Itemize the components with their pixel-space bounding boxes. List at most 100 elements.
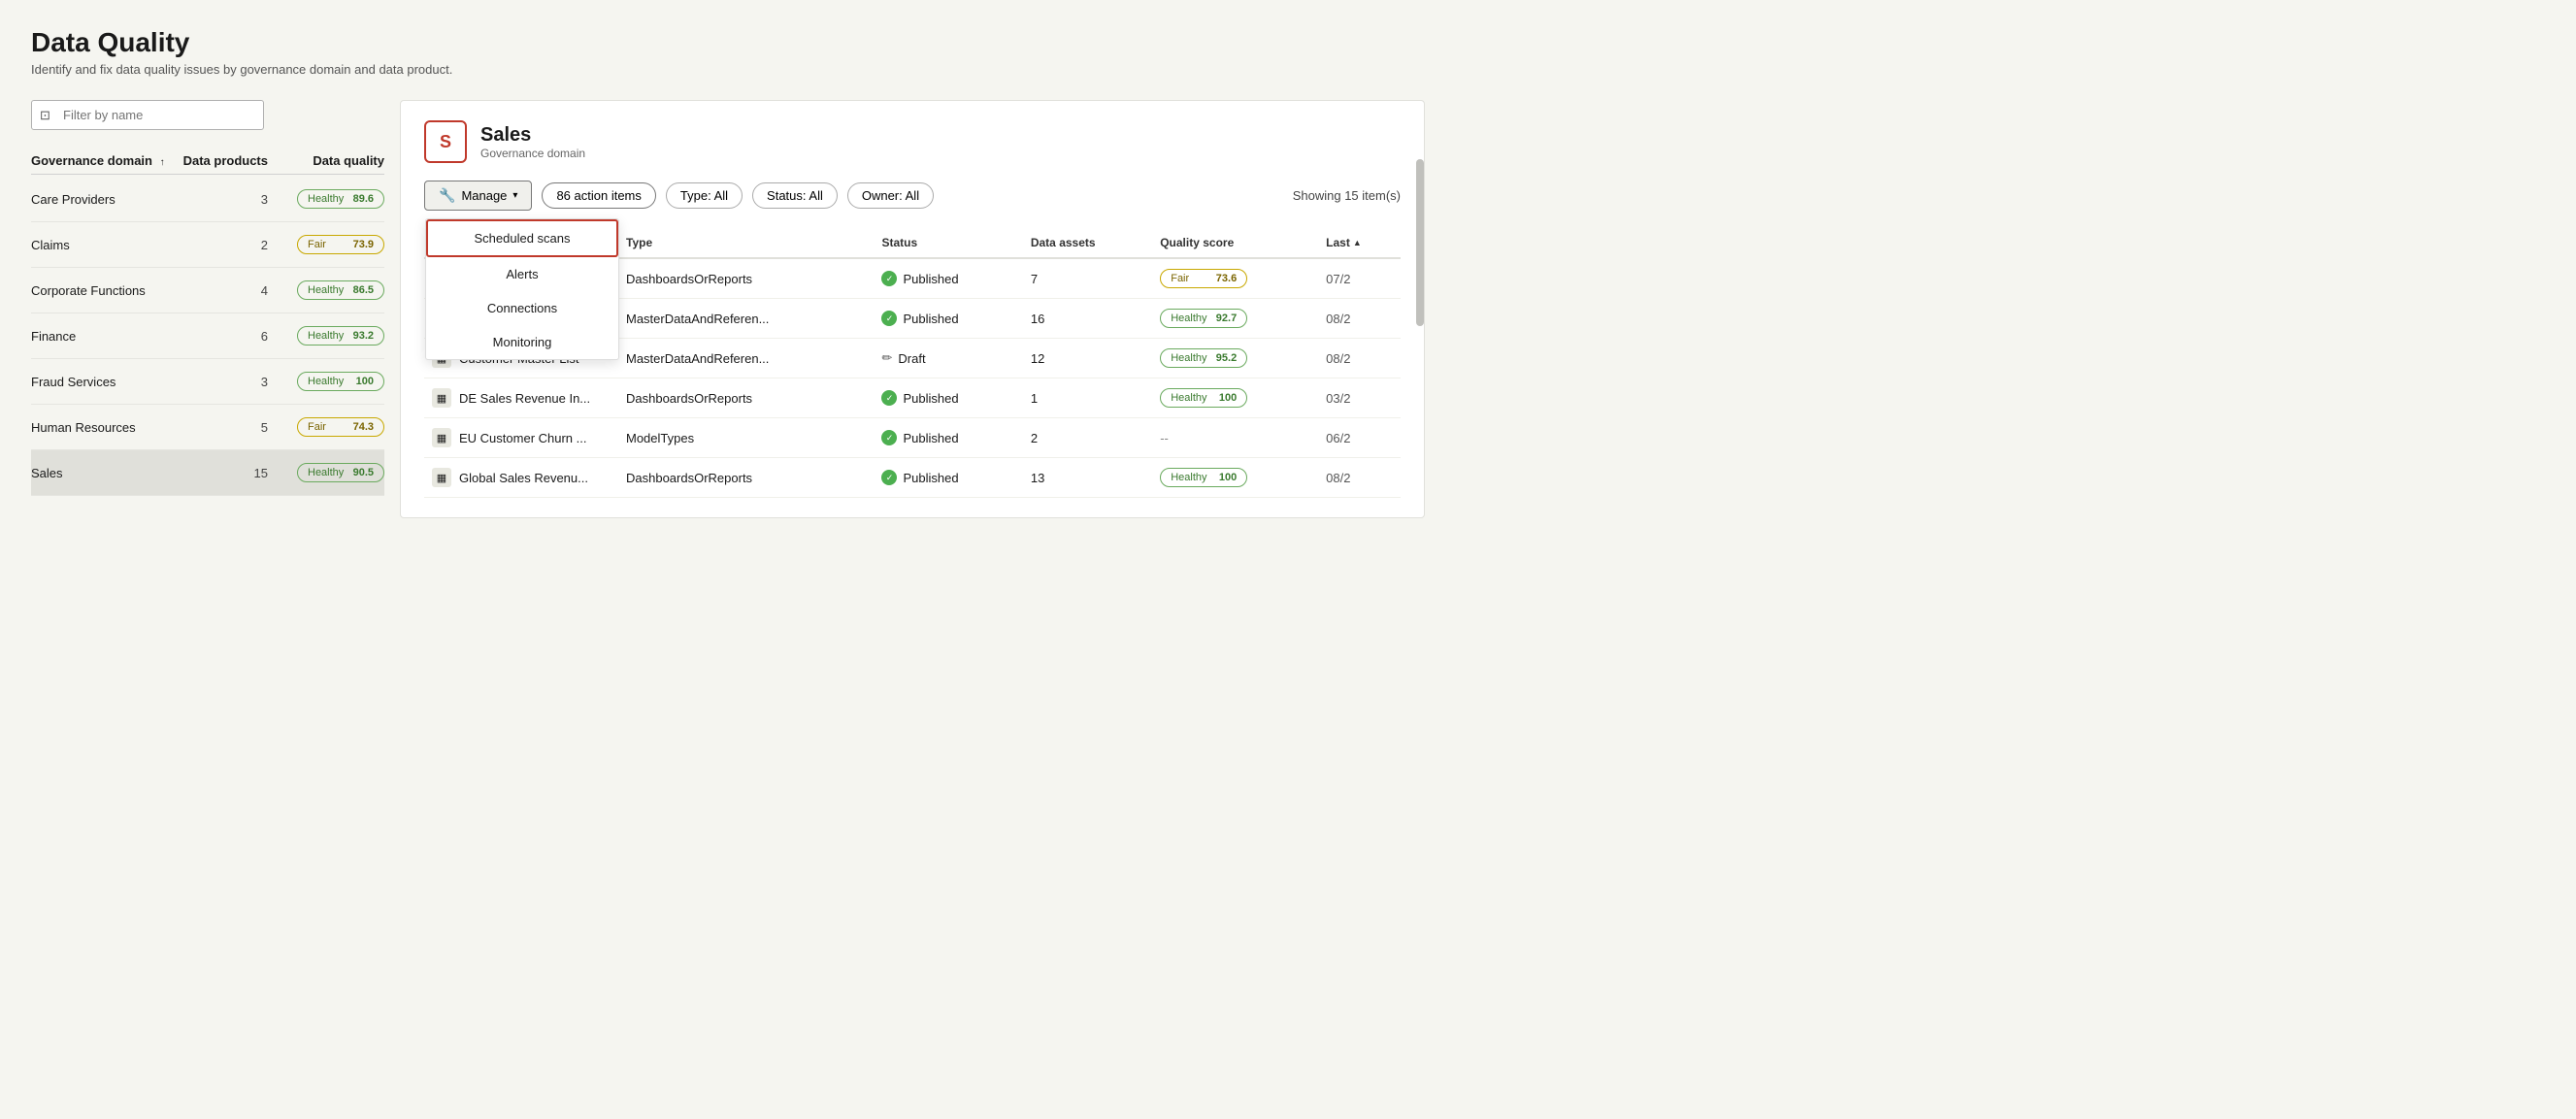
quality-score-cell: Healthy100 <box>1152 378 1318 418</box>
domain-title: Sales <box>480 124 585 147</box>
status-label: Published <box>903 272 958 286</box>
last-sort-icon: ▲ <box>1353 238 1362 247</box>
product-status: ✓ Published <box>874 299 1022 339</box>
domain-row-sales[interactable]: Sales 15 Healthy90.5 <box>31 450 384 496</box>
domain-header: S Sales Governance domain <box>424 120 1401 163</box>
right-panel: S Sales Governance domain 🔧 Manage ▾ Sch… <box>400 100 1425 518</box>
product-icon: ▦ <box>432 388 451 408</box>
sort-icon[interactable]: ↑ <box>160 157 165 168</box>
dropdown-item-scheduled-scans[interactable]: Scheduled scans <box>426 219 618 257</box>
product-type: MasterDataAndReferen... <box>618 299 874 339</box>
domain-name: Corporate Functions <box>31 283 181 298</box>
filter-type-button[interactable]: Type: All <box>666 182 743 209</box>
action-items-button[interactable]: 86 action items <box>542 182 655 209</box>
manage-label: Manage <box>461 188 507 203</box>
domain-quality: Healthy90.5 <box>268 463 384 482</box>
product-type: ModelTypes <box>618 418 874 458</box>
product-type: DashboardsOrReports <box>618 378 874 418</box>
domain-products: 2 <box>181 238 268 252</box>
col-status-header: Status <box>874 228 1022 258</box>
dropdown-item-monitoring[interactable]: Monitoring <box>426 325 618 359</box>
product-name: Global Sales Revenu... <box>459 471 588 485</box>
domain-row-finance[interactable]: Finance 6 Healthy93.2 <box>31 313 384 359</box>
product-name: EU Customer Churn ... <box>459 431 587 445</box>
product-type: MasterDataAndReferen... <box>618 339 874 378</box>
domain-quality: Fair73.9 <box>268 235 384 254</box>
domain-quality: Healthy93.2 <box>268 326 384 346</box>
domain-quality: Healthy89.6 <box>268 189 384 209</box>
table-row: ▦ EU Customer Churn ... ModelTypes ✓ Pub… <box>424 418 1401 458</box>
quality-score-cell: Healthy92.7 <box>1152 299 1318 339</box>
domain-row-claims[interactable]: Claims 2 Fair73.9 <box>31 222 384 268</box>
domain-row-hr[interactable]: Human Resources 5 Fair74.3 <box>31 405 384 450</box>
published-icon: ✓ <box>881 430 897 445</box>
last-date: 03/2 <box>1318 378 1401 418</box>
table-row: ▦ Global Sales Revenu... DashboardsOrRep… <box>424 458 1401 498</box>
dropdown-menu: Scheduled scans Alerts Connections Monit… <box>425 218 619 360</box>
no-score: -- <box>1160 431 1169 445</box>
scrollbar[interactable] <box>1416 159 1424 326</box>
table-row: ▦ DE Sales Revenue In... DashboardsOrRep… <box>424 378 1401 418</box>
published-icon: ✓ <box>881 470 897 485</box>
product-name-cell: ▦ Global Sales Revenu... <box>424 458 618 498</box>
domain-type: Governance domain <box>480 147 585 160</box>
domain-quality: Fair74.3 <box>268 417 384 437</box>
domain-name: Claims <box>31 238 181 252</box>
product-name-cell: ▦ EU Customer Churn ... <box>424 418 618 458</box>
domain-name: Care Providers <box>31 192 181 207</box>
product-status: ✓ Published <box>874 378 1022 418</box>
toolbar: 🔧 Manage ▾ Scheduled scans Alerts Connec… <box>424 181 1401 211</box>
last-date: 08/2 <box>1318 339 1401 378</box>
domain-row-fraud[interactable]: Fraud Services 3 Healthy100 <box>31 359 384 405</box>
col-products-header: Data products <box>181 153 268 168</box>
data-assets: 13 <box>1023 458 1152 498</box>
page-subtitle: Identify and fix data quality issues by … <box>31 62 1425 77</box>
domain-title-block: Sales Governance domain <box>480 124 585 160</box>
product-status: ✏ Draft <box>874 339 1022 378</box>
data-assets: 12 <box>1023 339 1152 378</box>
product-type: DashboardsOrReports <box>618 458 874 498</box>
filter-status-button[interactable]: Status: All <box>752 182 838 209</box>
published-icon: ✓ <box>881 311 897 326</box>
domain-quality: Healthy100 <box>268 372 384 391</box>
filter-owner-button[interactable]: Owner: All <box>847 182 934 209</box>
filter-icon: ⊡ <box>40 108 50 123</box>
left-panel: ⊡ Governance domain ↑ Data products Data… <box>31 100 400 518</box>
status-label: Published <box>903 431 958 445</box>
data-assets: 2 <box>1023 418 1152 458</box>
status-label: Published <box>903 471 958 485</box>
data-assets: 7 <box>1023 258 1152 299</box>
status-label: Draft <box>898 351 925 366</box>
domain-row-care-providers[interactable]: Care Providers 3 Healthy89.6 <box>31 177 384 222</box>
filter-input[interactable] <box>31 100 264 130</box>
domain-products: 15 <box>181 466 268 480</box>
dropdown-item-alerts[interactable]: Alerts <box>426 257 618 291</box>
domain-name: Finance <box>31 329 181 344</box>
domain-name: Sales <box>31 466 181 480</box>
last-date: 08/2 <box>1318 299 1401 339</box>
col-quality-header: Quality score <box>1152 228 1318 258</box>
product-status: ✓ Published <box>874 258 1022 299</box>
status-label: Published <box>903 312 958 326</box>
manage-button[interactable]: 🔧 Manage ▾ Scheduled scans Alerts Connec… <box>424 181 532 211</box>
quality-score-cell: Healthy95.2 <box>1152 339 1318 378</box>
product-status: ✓ Published <box>874 418 1022 458</box>
product-icon: ▦ <box>432 428 451 447</box>
domain-row-corporate[interactable]: Corporate Functions 4 Healthy86.5 <box>31 268 384 313</box>
quality-score-cell: Healthy100 <box>1152 458 1318 498</box>
last-date: 06/2 <box>1318 418 1401 458</box>
chevron-down-icon: ▾ <box>512 190 517 201</box>
wrench-icon: 🔧 <box>439 187 455 204</box>
col-quality-header: Data quality <box>268 153 384 168</box>
domain-products: 3 <box>181 375 268 389</box>
last-date: 08/2 <box>1318 458 1401 498</box>
published-icon: ✓ <box>881 271 897 286</box>
data-assets: 16 <box>1023 299 1152 339</box>
dropdown-item-connections[interactable]: Connections <box>426 291 618 325</box>
quality-score-cell: -- <box>1152 418 1318 458</box>
last-date: 07/2 <box>1318 258 1401 299</box>
filter-wrap: ⊡ <box>31 100 384 130</box>
product-type: DashboardsOrReports <box>618 258 874 299</box>
col-type-header: Type <box>618 228 874 258</box>
domain-products: 4 <box>181 283 268 298</box>
